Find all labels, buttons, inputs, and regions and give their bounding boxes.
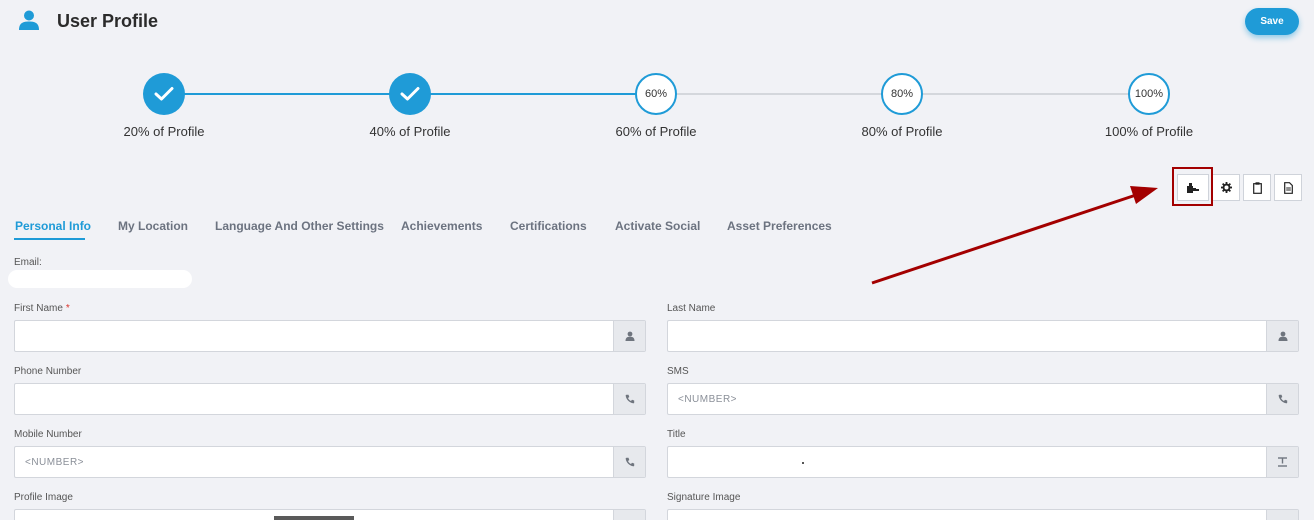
clipboard-icon — [1252, 181, 1262, 194]
gear-icon — [1220, 182, 1232, 193]
first-name-field — [14, 320, 646, 352]
email-label: Email: — [14, 257, 42, 268]
progress-step-80: 80% — [881, 73, 923, 115]
step-label: 80% of Profile — [861, 124, 943, 139]
annotation-highlight-box — [1172, 167, 1213, 206]
title-addon — [1266, 447, 1298, 477]
progress-step-20 — [143, 73, 185, 115]
first-name-label: First Name * — [14, 303, 70, 314]
settings-button[interactable] — [1212, 174, 1240, 201]
mobile-number-label: Mobile Number — [14, 429, 82, 440]
tab-achievements[interactable]: Achievements — [401, 219, 482, 233]
signature-image-addon — [1266, 510, 1298, 520]
profile-image-addon — [613, 510, 645, 520]
last-name-addon — [1266, 321, 1298, 351]
title-label: Title — [667, 429, 686, 440]
last-name-input[interactable] — [668, 321, 1266, 351]
phone-icon — [625, 457, 634, 467]
text-format-icon — [1278, 457, 1287, 467]
email-value-redacted — [8, 270, 192, 288]
first-name-input[interactable] — [15, 321, 613, 351]
sms-label: SMS — [667, 366, 689, 377]
title-value-redacted — [802, 462, 804, 464]
page-header: User Profile Save — [0, 0, 1314, 45]
step-badge: 60% — [644, 88, 668, 100]
annotation-arrow — [871, 186, 1158, 285]
title-field — [667, 446, 1299, 478]
mobile-number-field — [14, 446, 646, 478]
phone-number-label: Phone Number — [14, 366, 82, 377]
sms-input[interactable] — [668, 384, 1266, 414]
step-label: 100% of Profile — [1104, 124, 1194, 139]
progress-step-40 — [389, 73, 431, 115]
signature-image-field[interactable] — [667, 509, 1299, 520]
active-tab-indicator — [14, 238, 85, 240]
check-icon — [400, 87, 420, 101]
tab-my-location[interactable]: My Location — [118, 219, 188, 233]
phone-icon — [625, 394, 634, 404]
mobile-number-addon — [613, 447, 645, 477]
person-icon — [1278, 331, 1287, 341]
required-mark: * — [65, 303, 70, 314]
phone-number-field — [14, 383, 646, 415]
person-icon — [625, 331, 634, 341]
sms-field — [667, 383, 1299, 415]
progress-step-100: 100% — [1128, 73, 1170, 115]
check-icon — [154, 87, 174, 101]
page-title: User Profile — [57, 11, 159, 31]
signature-image-label: Signature Image — [667, 492, 741, 503]
tab-asset-preferences[interactable]: Asset Preferences — [727, 219, 832, 233]
step-badge: 80% — [890, 88, 914, 100]
first-name-addon — [613, 321, 645, 351]
phone-number-input[interactable] — [15, 384, 613, 414]
tab-personal-info[interactable]: Personal Info — [15, 219, 91, 233]
document-icon — [1283, 181, 1293, 194]
step-label: 60% of Profile — [615, 124, 697, 139]
phone-number-addon — [613, 384, 645, 414]
save-button[interactable]: Save — [1245, 8, 1299, 35]
profile-progress-stepper: 60% 80% 100% 20% of Profile 40% of Profi… — [0, 70, 1314, 150]
document-button[interactable] — [1274, 174, 1302, 201]
last-name-field — [667, 320, 1299, 352]
profile-tabs: Personal Info My Location Language And O… — [0, 213, 900, 243]
tab-language-and-other-settings[interactable]: Language And Other Settings — [215, 219, 384, 233]
profile-image-label: Profile Image — [14, 492, 73, 503]
step-label: 20% of Profile — [123, 124, 205, 139]
tab-certifications[interactable]: Certifications — [510, 219, 587, 233]
step-label: 40% of Profile — [369, 124, 451, 139]
title-input[interactable] — [668, 447, 1266, 477]
profile-image-field[interactable] — [14, 509, 646, 520]
tab-activate-social[interactable]: Activate Social — [615, 219, 700, 233]
phone-icon — [1278, 394, 1287, 404]
user-icon — [19, 10, 39, 30]
last-name-label: Last Name — [667, 303, 716, 314]
mobile-number-input[interactable] — [15, 447, 613, 477]
profile-image-thumbnail — [274, 516, 354, 520]
sms-addon — [1266, 384, 1298, 414]
clipboard-button[interactable] — [1243, 174, 1271, 201]
step-badge: 100% — [1134, 88, 1164, 100]
progress-step-60: 60% — [635, 73, 677, 115]
